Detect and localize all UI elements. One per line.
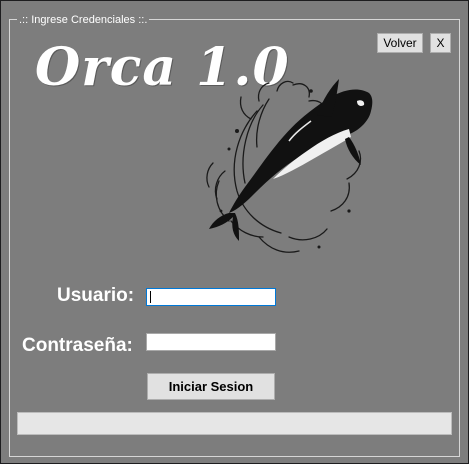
username-label: Usuario: bbox=[57, 285, 135, 306]
login-window: .:: Ingrese Credenciales ::. Volver X Or… bbox=[1, 1, 468, 463]
back-button[interactable]: Volver bbox=[377, 33, 423, 53]
password-input[interactable] bbox=[146, 333, 276, 351]
login-button[interactable]: Iniciar Sesion bbox=[147, 373, 275, 400]
text-caret bbox=[150, 291, 151, 303]
username-input[interactable] bbox=[146, 288, 276, 306]
login-progress-bar bbox=[17, 412, 452, 435]
close-button[interactable]: X bbox=[430, 33, 451, 53]
orca-whale-splash-icon bbox=[206, 79, 373, 253]
credentials-group-title: .:: Ingrese Credenciales ::. bbox=[17, 13, 150, 27]
password-label: Contraseña: bbox=[22, 335, 133, 356]
